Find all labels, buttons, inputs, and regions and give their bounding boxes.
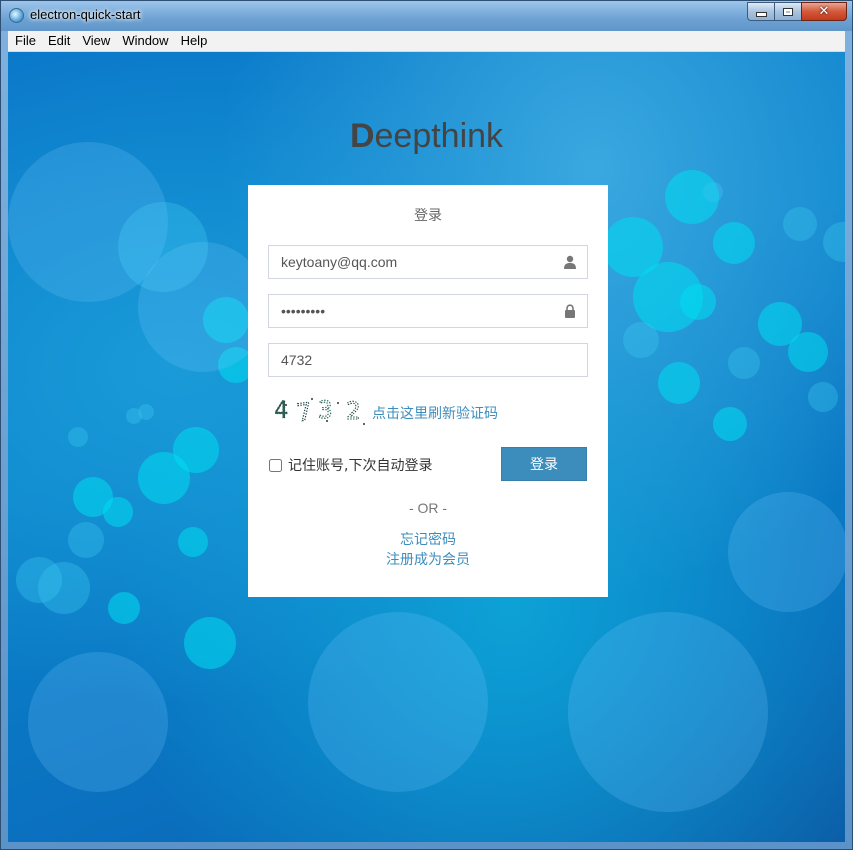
- close-button[interactable]: ✕: [801, 2, 847, 21]
- bokeh-decoration: [308, 612, 488, 792]
- bokeh-decoration: [623, 322, 659, 358]
- bokeh-decoration: [823, 222, 845, 262]
- remember-me-checkbox[interactable]: [269, 458, 282, 472]
- bokeh-decoration: [184, 617, 236, 669]
- captcha-noise: [326, 420, 328, 422]
- bokeh-decoration: [568, 612, 768, 812]
- menu-edit[interactable]: Edit: [42, 31, 76, 51]
- captcha-noise: [311, 398, 313, 400]
- login-title: 登录: [414, 208, 442, 224]
- password-field: [268, 294, 588, 328]
- bokeh-decoration: [728, 347, 760, 379]
- captcha-noise: [363, 423, 365, 425]
- minimize-icon: [755, 12, 767, 17]
- captcha-noise: [285, 404, 287, 406]
- bokeh-decoration: [703, 182, 723, 202]
- captcha-image[interactable]: 4 7 3 2: [272, 391, 368, 427]
- captcha-field: [268, 343, 588, 377]
- bokeh-decoration: [28, 652, 168, 792]
- register-link[interactable]: 注册成为会员: [248, 549, 608, 569]
- captcha-digit: 7: [295, 398, 313, 427]
- menu-help[interactable]: Help: [175, 31, 214, 51]
- bokeh-decoration: [713, 407, 747, 441]
- page-content: Deepthink 登录 keytoany@qq.com ••••••••• 4…: [8, 52, 845, 842]
- login-card: 登录 4 7: [248, 185, 608, 597]
- password-input[interactable]: [269, 295, 563, 327]
- menu-window[interactable]: Window: [116, 31, 174, 51]
- menu-file[interactable]: File: [8, 31, 42, 51]
- title-bar[interactable]: electron-quick-start ✕: [1, 1, 852, 31]
- lock-icon: [565, 304, 575, 318]
- login-button[interactable]: 登录: [501, 447, 587, 481]
- bokeh-decoration: [138, 452, 190, 504]
- captcha-noise: [337, 402, 339, 404]
- app-window: electron-quick-start ✕ File Edit View Wi…: [0, 0, 853, 850]
- bokeh-decoration: [788, 332, 828, 372]
- bokeh-decoration: [680, 284, 716, 320]
- bokeh-decoration: [728, 492, 845, 612]
- electron-app-icon: [9, 8, 24, 23]
- bokeh-decoration: [178, 527, 208, 557]
- bokeh-decoration: [103, 497, 133, 527]
- captcha-row: 4 7 3 2 点击这里刷新验证码: [268, 391, 588, 431]
- bokeh-decoration: [138, 404, 154, 420]
- bokeh-decoration: [783, 207, 817, 241]
- maximize-button[interactable]: [774, 2, 801, 21]
- bokeh-decoration: [658, 362, 700, 404]
- menu-bar: File Edit View Window Help: [8, 31, 845, 52]
- window-title: electron-quick-start: [30, 7, 141, 22]
- captcha-digit: 3: [318, 396, 332, 424]
- bokeh-decoration: [108, 592, 140, 624]
- user-icon: [564, 255, 576, 269]
- captcha-digit: 2: [346, 397, 360, 425]
- forgot-password-link[interactable]: 忘记密码: [248, 529, 608, 549]
- refresh-captcha-link[interactable]: 点击这里刷新验证码: [372, 403, 498, 423]
- bokeh-decoration: [68, 522, 104, 558]
- close-icon: ✕: [818, 4, 830, 19]
- captcha-digit: 4: [274, 396, 288, 424]
- bokeh-decoration: [16, 557, 62, 603]
- maximize-icon: [783, 7, 793, 16]
- window-controls: ✕: [747, 2, 847, 21]
- menu-view[interactable]: View: [76, 31, 116, 51]
- username-field: [268, 245, 588, 279]
- or-divider: - OR -: [408, 500, 448, 516]
- brand-title: Deepthink: [8, 117, 845, 156]
- minimize-button[interactable]: [747, 2, 774, 21]
- captcha-input[interactable]: [269, 344, 563, 376]
- brand-first-letter: D: [349, 117, 375, 155]
- remember-me-row[interactable]: 记住账号,下次自动登录: [268, 455, 432, 475]
- brand-rest: eepthink: [374, 117, 504, 155]
- username-input[interactable]: [269, 246, 563, 278]
- bokeh-decoration: [68, 427, 88, 447]
- bokeh-decoration: [713, 222, 755, 264]
- remember-me-label: 记住账号,下次自动登录: [288, 458, 433, 474]
- bokeh-decoration: [808, 382, 838, 412]
